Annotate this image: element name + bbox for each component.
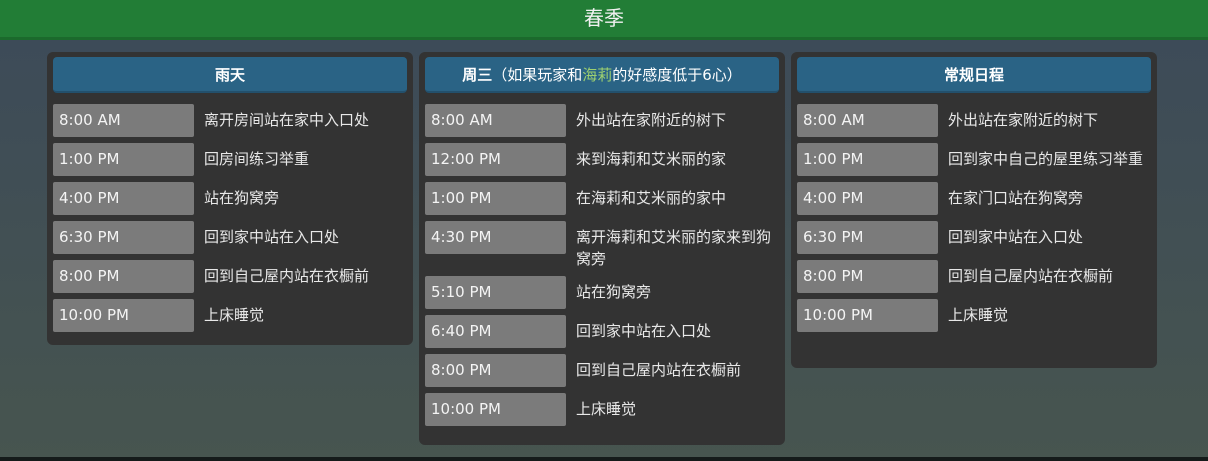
time-cell: 4:00 PM [797, 182, 938, 215]
activity-text: 在家门口站在狗窝旁 [948, 189, 1084, 207]
activity-text: 站在狗窝旁 [576, 283, 652, 301]
card-title: 雨天 [53, 57, 407, 93]
time-cell: 1:00 PM [797, 143, 938, 176]
time-cell: 6:40 PM [425, 315, 566, 348]
schedule-row: 8:00 PM 回到自己屋内站在衣橱前 [53, 260, 407, 293]
schedule-row: 6:40 PM 回到家中站在入口处 [425, 315, 779, 348]
schedule-card-regular: 常规日程 8:00 AM 外出站在家附近的树下 1:00 PM 回到家中自己的屋… [791, 52, 1157, 368]
schedule-row: 1:00 PM 回房间练习举重 [53, 143, 407, 176]
card-title: 周三（如果玩家和海莉的好感度低于6心） [425, 57, 779, 93]
time-cell: 6:30 PM [53, 221, 194, 254]
activity-text: 外出站在家附近的树下 [948, 111, 1099, 129]
activity-text: 离开海莉和艾米丽的家来到狗窝旁 [576, 228, 772, 268]
activity-text: 离开房间站在家中入口处 [204, 111, 370, 129]
activity-text: 回到家中站在入口处 [576, 322, 712, 340]
time-cell: 10:00 PM [425, 393, 566, 426]
schedule-row: 6:30 PM 回到家中站在入口处 [797, 221, 1151, 254]
card-title-condition-link[interactable]: 海莉 [582, 66, 612, 84]
time-cell: 8:00 AM [53, 104, 194, 137]
activity-text: 回到自己屋内站在衣橱前 [204, 267, 370, 285]
activity-text: 回到自己屋内站在衣橱前 [948, 267, 1114, 285]
bottom-strip [0, 457, 1208, 461]
season-header: 春季 [0, 0, 1208, 40]
schedule-list: 8:00 AM 外出站在家附近的树下 12:00 PM 来到海莉和艾米丽的家 1… [425, 104, 779, 432]
time-cell: 12:00 PM [425, 143, 566, 176]
activity-text: 在海莉和艾米丽的家中 [576, 189, 727, 207]
activity-text: 站在狗窝旁 [204, 189, 280, 207]
activity-text: 上床睡觉 [948, 306, 1009, 324]
activity-text: 外出站在家附近的树下 [576, 111, 727, 129]
time-cell: 1:00 PM [53, 143, 194, 176]
schedule-row: 8:00 AM 离开房间站在家中入口处 [53, 104, 407, 137]
schedule-row: 4:00 PM 在家门口站在狗窝旁 [797, 182, 1151, 215]
time-cell: 8:00 PM [53, 260, 194, 293]
time-cell: 6:30 PM [797, 221, 938, 254]
schedule-row: 12:00 PM 来到海莉和艾米丽的家 [425, 143, 779, 176]
card-title-condition-pre: （如果玩家和 [492, 66, 583, 84]
schedule-row: 1:00 PM 在海莉和艾米丽的家中 [425, 182, 779, 215]
schedule-row: 4:30 PM 离开海莉和艾米丽的家来到狗窝旁 [425, 221, 779, 270]
schedule-row: 8:00 AM 外出站在家附近的树下 [425, 104, 779, 137]
time-cell: 4:30 PM [425, 221, 566, 254]
schedule-row: 8:00 AM 外出站在家附近的树下 [797, 104, 1151, 137]
card-title-day: 周三 [462, 66, 493, 84]
schedule-row: 1:00 PM 回到家中自己的屋里练习举重 [797, 143, 1151, 176]
time-cell: 10:00 PM [797, 299, 938, 332]
time-cell: 8:00 PM [425, 354, 566, 387]
activity-text: 回房间练习举重 [204, 150, 310, 168]
schedule-row: 10:00 PM 上床睡觉 [425, 393, 779, 426]
schedule-card-wednesday: 周三（如果玩家和海莉的好感度低于6心） 8:00 AM 外出站在家附近的树下 1… [419, 52, 785, 445]
time-cell: 8:00 PM [797, 260, 938, 293]
activity-text: 回到家中自己的屋里练习举重 [948, 150, 1144, 168]
time-cell: 4:00 PM [53, 182, 194, 215]
schedule-card-rainy: 雨天 8:00 AM 离开房间站在家中入口处 1:00 PM 回房间练习举重 4… [47, 52, 413, 345]
time-cell: 1:00 PM [425, 182, 566, 215]
time-cell: 10:00 PM [53, 299, 194, 332]
card-title: 常规日程 [797, 57, 1151, 93]
schedule-row: 5:10 PM 站在狗窝旁 [425, 276, 779, 309]
activity-text: 来到海莉和艾米丽的家 [576, 150, 727, 168]
schedule-list: 8:00 AM 离开房间站在家中入口处 1:00 PM 回房间练习举重 4:00… [53, 104, 407, 338]
activity-text: 回到自己屋内站在衣橱前 [576, 361, 742, 379]
schedule-row: 10:00 PM 上床睡觉 [53, 299, 407, 332]
schedule-list: 8:00 AM 外出站在家附近的树下 1:00 PM 回到家中自己的屋里练习举重… [797, 104, 1151, 338]
time-cell: 8:00 AM [797, 104, 938, 137]
time-cell: 8:00 AM [425, 104, 566, 137]
schedule-row: 8:00 PM 回到自己屋内站在衣橱前 [425, 354, 779, 387]
activity-text: 上床睡觉 [204, 306, 265, 324]
activity-text: 回到家中站在入口处 [204, 228, 340, 246]
activity-text: 上床睡觉 [576, 400, 637, 418]
card-title-condition-post: 的好感度低于6心） [612, 66, 742, 84]
schedule-row: 4:00 PM 站在狗窝旁 [53, 182, 407, 215]
schedule-row: 8:00 PM 回到自己屋内站在衣橱前 [797, 260, 1151, 293]
schedule-row: 6:30 PM 回到家中站在入口处 [53, 221, 407, 254]
time-cell: 5:10 PM [425, 276, 566, 309]
schedule-row: 10:00 PM 上床睡觉 [797, 299, 1151, 332]
activity-text: 回到家中站在入口处 [948, 228, 1084, 246]
